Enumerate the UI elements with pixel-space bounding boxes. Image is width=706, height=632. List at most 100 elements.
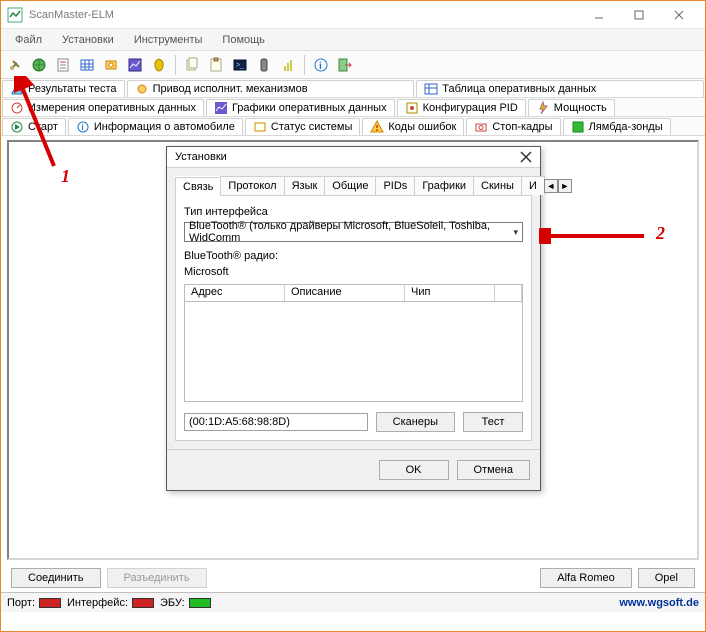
opel-button[interactable]: Opel xyxy=(638,568,695,588)
tab-label: Измерения оперативных данных xyxy=(28,102,196,114)
cancel-button[interactable]: Отмена xyxy=(457,460,530,480)
dialog-tab-pids[interactable]: PIDs xyxy=(375,176,415,195)
col-description[interactable]: Описание xyxy=(285,285,405,301)
device-list-header: Адрес Описание Чип xyxy=(184,284,523,302)
device-icon[interactable] xyxy=(254,55,274,75)
minimize-button[interactable] xyxy=(579,1,619,29)
disconnect-button: Разъединить xyxy=(107,568,207,588)
dialog-titlebar: Установки xyxy=(167,147,540,168)
menu-tools[interactable]: Инструменты xyxy=(126,32,211,48)
report-icon[interactable] xyxy=(53,55,73,75)
toolbar-separator xyxy=(304,55,305,75)
snapshot-icon xyxy=(474,120,488,134)
dialog-tab-language[interactable]: Язык xyxy=(284,176,326,195)
dialog-close-button[interactable] xyxy=(520,151,532,163)
dialog-tab-graphs[interactable]: Графики xyxy=(414,176,474,195)
tab-system-status[interactable]: Статус системы xyxy=(245,118,360,135)
terminal-icon[interactable]: >_ xyxy=(230,55,250,75)
tab-label: Привод исполнит. механизмов xyxy=(153,83,308,95)
tab-live-table[interactable]: Таблица оперативных данных xyxy=(416,80,704,97)
dialog-tab-protocol[interactable]: Протокол xyxy=(220,176,284,195)
connect-button[interactable]: Соединить xyxy=(11,568,101,588)
tab-vehicle-info[interactable]: i Информация о автомобиле xyxy=(68,118,243,135)
tab-freeze-frames[interactable]: Стоп-кадры xyxy=(466,118,560,135)
graph-icon[interactable] xyxy=(125,55,145,75)
dialog-title: Установки xyxy=(175,151,520,163)
radio-label: BlueTooth® радио: xyxy=(184,250,523,262)
info-icon[interactable]: i xyxy=(311,55,331,75)
config-icon xyxy=(405,101,419,115)
tab-label: Таблица оперативных данных xyxy=(442,83,596,95)
menubar: Файл Установки Инструменты Помощь xyxy=(1,29,705,51)
paste-icon[interactable] xyxy=(206,55,226,75)
annotation-number-1: 1 xyxy=(61,166,70,187)
connect-icon[interactable] xyxy=(5,55,25,75)
power-icon xyxy=(536,101,550,115)
col-address[interactable]: Адрес xyxy=(185,285,285,301)
graph-icon xyxy=(214,101,228,115)
status-ecu-label: ЭБУ: xyxy=(160,597,185,609)
tab-label: Результаты теста xyxy=(28,83,117,95)
radio-value: Microsoft xyxy=(184,266,523,278)
svg-text:>_: >_ xyxy=(236,62,244,69)
chevron-down-icon: ▾ xyxy=(513,227,518,238)
tab-pid-config[interactable]: Конфигурация PID xyxy=(397,99,526,116)
svg-text:i: i xyxy=(319,61,322,72)
menu-setup[interactable]: Установки xyxy=(54,32,122,48)
tab-o2-sensors[interactable]: Лямбда-зонды xyxy=(563,118,671,135)
iface-type-combo[interactable]: BlueTooth® (только драйверы Microsoft, B… xyxy=(184,222,523,242)
maximize-button[interactable] xyxy=(619,1,659,29)
start-icon xyxy=(10,120,24,134)
tab-label: Информация о автомобиле xyxy=(94,121,235,133)
ok-button[interactable]: OK xyxy=(379,460,449,480)
dialog-tab-general[interactable]: Общие xyxy=(324,176,376,195)
dialog-tab-skins[interactable]: Скины xyxy=(473,176,522,195)
tab-label: Коды ошибок xyxy=(388,121,456,133)
tab-dtc[interactable]: Коды ошибок xyxy=(362,118,464,135)
meter-icon[interactable] xyxy=(101,55,121,75)
combo-value: BlueTooth® (только драйверы Microsoft, B… xyxy=(189,220,513,244)
menu-help[interactable]: Помощь xyxy=(214,32,273,48)
iface-led-icon xyxy=(132,598,154,608)
tab-live-graphs[interactable]: Графики оперативных данных xyxy=(206,99,395,116)
tab-label: Графики оперативных данных xyxy=(232,102,387,114)
website-link[interactable]: www.wgsoft.de xyxy=(619,597,699,609)
dialog-tab-connection[interactable]: Связь xyxy=(175,177,221,196)
tab-start[interactable]: Старт xyxy=(2,118,66,135)
status-iface-label: Интерфейс: xyxy=(67,597,128,609)
gauge-icon xyxy=(10,101,24,115)
col-chip[interactable]: Чип xyxy=(405,285,495,301)
status-icon xyxy=(253,120,267,134)
copy-icon[interactable] xyxy=(182,55,202,75)
ecu-led-icon xyxy=(189,598,211,608)
tab-test-results[interactable]: Результаты теста xyxy=(2,80,125,97)
graph2-icon[interactable] xyxy=(278,55,298,75)
address-field[interactable]: (00:1D:A5:68:98:8D) xyxy=(184,413,368,431)
tab-actuator[interactable]: Привод исполнит. механизмов xyxy=(127,80,415,97)
tab-label: Стоп-кадры xyxy=(492,121,552,133)
dialog-tab-partial[interactable]: И xyxy=(521,176,545,195)
tab-scroll-right-button[interactable]: ► xyxy=(558,179,572,193)
tab-power[interactable]: Мощность xyxy=(528,99,615,116)
beaker-icon xyxy=(10,82,24,96)
bottom-button-bar: Соединить Разъединить Alfa Romeo Opel xyxy=(1,564,705,592)
tab-scroll-left-button[interactable]: ◄ xyxy=(544,179,558,193)
menu-file[interactable]: Файл xyxy=(7,32,50,48)
test-button[interactable]: Тест xyxy=(463,412,523,432)
toolbar-separator xyxy=(175,55,176,75)
annotation-number-2: 2 xyxy=(656,223,665,244)
dialog-tabs: Связь Протокол Язык Общие PIDs Графики С… xyxy=(175,176,532,196)
actuator-icon xyxy=(135,82,149,96)
info-icon: i xyxy=(76,120,90,134)
device-list[interactable] xyxy=(184,302,523,402)
close-button[interactable] xyxy=(659,1,699,29)
tab-live-measurements[interactable]: Измерения оперативных данных xyxy=(2,99,204,116)
exit-icon[interactable] xyxy=(335,55,355,75)
table-icon[interactable] xyxy=(77,55,97,75)
tab-label: Мощность xyxy=(554,102,607,114)
alfa-romeo-button[interactable]: Alfa Romeo xyxy=(540,568,631,588)
scanners-button[interactable]: Сканеры xyxy=(376,412,455,432)
globe-icon[interactable] xyxy=(29,55,49,75)
warning-icon xyxy=(370,120,384,134)
pid-icon[interactable] xyxy=(149,55,169,75)
